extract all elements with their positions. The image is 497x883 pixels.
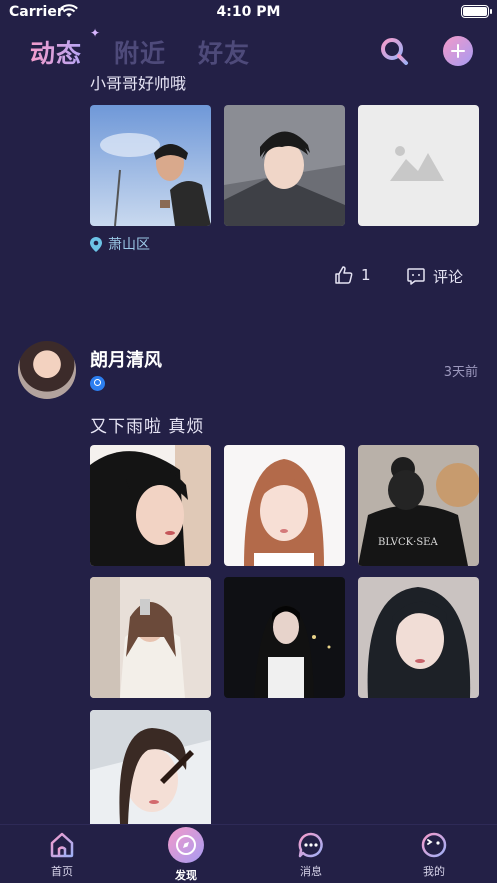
tab-messages-label: 消息 <box>300 865 322 878</box>
verified-badge-icon <box>90 376 105 391</box>
location-pin-icon <box>90 236 102 252</box>
post-location[interactable]: 萧山区 <box>90 234 150 254</box>
search-icon[interactable] <box>377 34 411 68</box>
post-photo[interactable] <box>90 577 211 698</box>
bottom-tab-bar: 首页 发现 消息 我的 <box>0 824 497 883</box>
post-text: 又下雨啦 真烦 <box>90 417 205 437</box>
svg-text:BLVCK·SEA: BLVCK·SEA <box>378 537 438 548</box>
post-photo[interactable] <box>90 710 211 824</box>
comment-button[interactable]: 评论 <box>407 266 463 287</box>
post-photo[interactable]: BLVCK·SEA <box>358 445 479 566</box>
post-photo[interactable] <box>90 105 211 226</box>
tab-me[interactable]: 我的 <box>404 831 464 879</box>
home-icon <box>50 832 74 858</box>
tab-friends[interactable]: 好友 <box>198 34 250 70</box>
like-count: 1 <box>361 266 371 284</box>
message-icon <box>298 832 323 858</box>
tab-home-label: 首页 <box>51 865 73 878</box>
tab-messages[interactable]: 消息 <box>281 831 341 879</box>
status-time: 4:10 PM <box>216 4 281 20</box>
tab-moments[interactable]: 动态 <box>30 34 82 70</box>
tab-nearby[interactable]: 附近 <box>114 34 166 70</box>
top-nav: 动态 ✦ 附近 好友 <box>0 26 497 76</box>
thumbs-up-icon <box>335 266 353 284</box>
post-photo-placeholder[interactable] <box>358 105 479 226</box>
tab-discover-label: 发现 <box>175 869 197 882</box>
post-photo[interactable] <box>224 105 345 226</box>
compass-icon <box>168 827 204 863</box>
profile-icon <box>421 832 447 858</box>
post-photo[interactable] <box>90 445 211 566</box>
battery-icon <box>461 5 492 18</box>
post-username[interactable]: 朗月清风 <box>90 346 162 372</box>
like-button[interactable]: 1 <box>335 266 371 284</box>
post-photo[interactable] <box>224 577 345 698</box>
comment-icon <box>407 268 425 285</box>
post-photo[interactable] <box>224 445 345 566</box>
post-photo[interactable] <box>358 577 479 698</box>
feed: 小哥哥好帅哦 萧山区 1 评论 朗月清风 3天前 又下雨啦 真烦 BLVCK·S… <box>0 76 497 824</box>
status-bar: Carrier 4:10 PM <box>0 0 497 26</box>
comment-label: 评论 <box>433 268 464 286</box>
sparkle-icon: ✦ <box>90 26 101 40</box>
location-label: 萧山区 <box>108 237 150 253</box>
avatar[interactable] <box>18 341 76 399</box>
tab-home[interactable]: 首页 <box>32 831 92 879</box>
post-time: 3天前 <box>443 365 478 380</box>
post-text: 小哥哥好帅哦 <box>90 76 187 93</box>
placeholder-image-icon <box>390 146 444 181</box>
tab-discover[interactable]: 发现 <box>156 827 216 883</box>
tab-me-label: 我的 <box>423 865 445 878</box>
add-post-button[interactable] <box>443 36 473 66</box>
